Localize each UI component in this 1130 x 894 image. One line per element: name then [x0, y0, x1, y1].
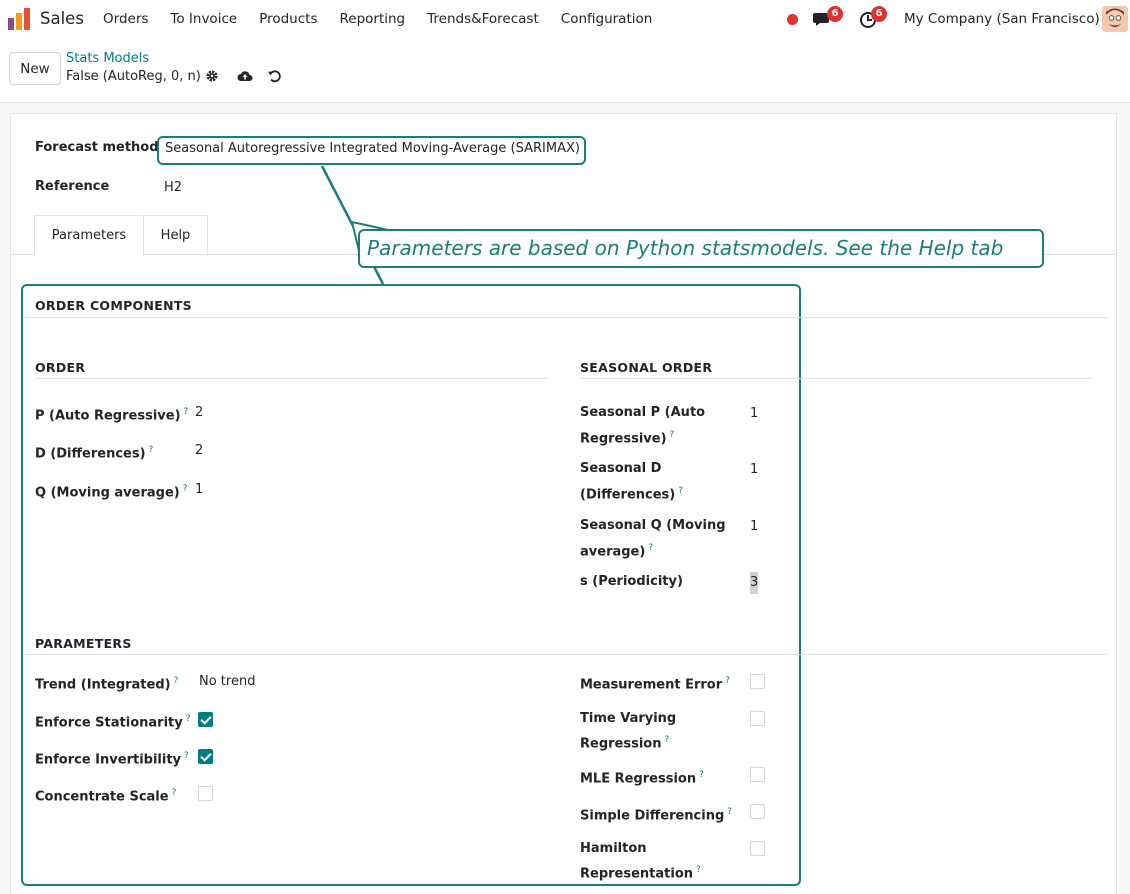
- mle-regression-label: MLE Regression?: [580, 770, 704, 787]
- main-menu: Orders To Invoice Products Reporting Tre…: [103, 11, 674, 27]
- concentrate-scale-label: Concentrate Scale?: [35, 788, 177, 805]
- menu-products[interactable]: Products: [259, 11, 317, 27]
- forecast-method-field[interactable]: Seasonal Autoregressive Integrated Movin…: [157, 136, 586, 165]
- order-components-separator: [24, 317, 1108, 318]
- menu-orders[interactable]: Orders: [103, 11, 148, 27]
- help-tooltip-icon[interactable]: ?: [725, 676, 730, 686]
- menu-configuration[interactable]: Configuration: [561, 11, 653, 27]
- chat-count-badge: 6: [827, 6, 843, 22]
- hamilton-representation-checkbox[interactable]: [750, 841, 765, 856]
- activity-count-badge: 6: [871, 6, 887, 22]
- order-separator: [35, 378, 547, 379]
- recording-dot-icon[interactable]: [787, 14, 798, 25]
- menu-reporting[interactable]: Reporting: [339, 11, 405, 27]
- mle-regression-checkbox[interactable]: [750, 767, 765, 782]
- seasonal-d-label-line2: (Differences)?: [580, 486, 684, 503]
- seasonal-q-label-line1: Seasonal Q (Moving: [580, 518, 726, 533]
- seasonal-p-label-line1: Seasonal P (Auto: [580, 405, 706, 420]
- trend-label: Trend (Integrated)?: [35, 676, 179, 693]
- seasonal-order-title: SEASONAL ORDER: [580, 360, 713, 375]
- help-tooltip-icon[interactable]: ?: [172, 788, 177, 798]
- company-switcher[interactable]: My Company (San Francisco): [904, 11, 1100, 27]
- measurement-error-label: Measurement Error?: [580, 676, 730, 693]
- time-varying-regression-checkbox[interactable]: [750, 711, 765, 726]
- seasonal-q-value[interactable]: 1: [750, 516, 758, 538]
- enforce-stationarity-checkbox[interactable]: [198, 712, 213, 727]
- concentrate-scale-checkbox[interactable]: [198, 786, 213, 801]
- help-tooltip-icon[interactable]: ?: [648, 543, 653, 553]
- help-tooltip-icon[interactable]: ?: [184, 751, 189, 761]
- order-title: ORDER: [35, 360, 86, 375]
- help-tooltip-icon[interactable]: ?: [696, 865, 701, 875]
- cloud-upload-icon[interactable]: [237, 69, 253, 83]
- help-tooltip-icon[interactable]: ?: [664, 735, 669, 745]
- seasonal-d-value[interactable]: 1: [750, 459, 758, 481]
- q-value[interactable]: 1: [195, 479, 203, 501]
- measurement-error-checkbox[interactable]: [750, 674, 765, 689]
- help-tooltip-icon[interactable]: ?: [186, 714, 191, 724]
- seasonal-q-label-line2: average)?: [580, 543, 654, 560]
- help-tooltip-icon[interactable]: ?: [727, 807, 732, 817]
- hamilton-label-line2: Representation?: [580, 865, 701, 882]
- periodicity-label: s (Periodicity): [580, 574, 683, 589]
- menu-trends-forecast[interactable]: Trends&Forecast: [427, 11, 539, 27]
- tab-parameters[interactable]: Parameters: [34, 215, 144, 256]
- record-name: False (AutoReg, 0, n): [66, 69, 201, 84]
- help-tooltip-icon[interactable]: ?: [183, 484, 188, 494]
- forecast-method-label: Forecast method: [35, 140, 159, 155]
- discard-changes-icon[interactable]: [267, 69, 281, 83]
- periodicity-value[interactable]: 3: [750, 572, 759, 594]
- sales-app-logo-icon[interactable]: [8, 8, 30, 30]
- annotation-callout: Parameters are based on Python statsmode…: [358, 229, 1044, 268]
- enforce-stationarity-label: Enforce Stationarity?: [35, 714, 191, 731]
- seasonal-p-label-line2: Regressive)?: [580, 430, 675, 447]
- seasonal-p-value[interactable]: 1: [750, 403, 758, 425]
- help-tooltip-icon[interactable]: ?: [184, 407, 189, 417]
- seasonal-d-label-line1: Seasonal D: [580, 461, 662, 476]
- tab-help[interactable]: Help: [144, 215, 208, 256]
- hamilton-label-line1: Hamilton: [580, 841, 647, 856]
- parameters-separator: [24, 654, 1108, 655]
- order-components-title: ORDER COMPONENTS: [35, 298, 192, 313]
- d-value[interactable]: 2: [195, 440, 203, 462]
- menu-to-invoice[interactable]: To Invoice: [170, 11, 237, 27]
- forecast-method-value: Seasonal Autoregressive Integrated Movin…: [165, 141, 580, 156]
- reference-label: Reference: [35, 179, 110, 194]
- time-varying-label-line1: Time Varying: [580, 711, 677, 726]
- trend-value[interactable]: No trend: [199, 671, 255, 693]
- help-tooltip-icon[interactable]: ?: [174, 676, 179, 686]
- parameters-title: PARAMETERS: [35, 636, 132, 651]
- simple-differencing-label: Simple Differencing?: [580, 807, 733, 824]
- p-value[interactable]: 2: [195, 402, 203, 424]
- reference-value[interactable]: H2: [164, 177, 182, 199]
- help-tooltip-icon[interactable]: ?: [678, 486, 683, 496]
- time-varying-label-line2: Regression?: [580, 735, 670, 752]
- help-tooltip-icon[interactable]: ?: [149, 445, 154, 455]
- q-label: Q (Moving average)?: [35, 484, 188, 501]
- seasonal-order-separator: [580, 378, 1092, 379]
- p-label: P (Auto Regressive)?: [35, 407, 189, 424]
- app-name[interactable]: Sales: [40, 9, 84, 28]
- top-navbar: Sales Orders To Invoice Products Reporti…: [0, 0, 1130, 40]
- d-label: D (Differences)?: [35, 445, 154, 462]
- enforce-invertibility-label: Enforce Invertibility?: [35, 751, 189, 768]
- enforce-invertibility-checkbox[interactable]: [198, 749, 213, 764]
- user-avatar[interactable]: [1102, 6, 1128, 32]
- gear-icon[interactable]: [205, 69, 219, 83]
- help-tooltip-icon[interactable]: ?: [670, 430, 675, 440]
- breadcrumb-stats-models[interactable]: Stats Models: [66, 51, 149, 66]
- help-tooltip-icon[interactable]: ?: [699, 770, 704, 780]
- simple-differencing-checkbox[interactable]: [750, 804, 765, 819]
- new-button[interactable]: New: [9, 52, 61, 85]
- control-panel: New Stats Models False (AutoReg, 0, n): [0, 40, 1130, 103]
